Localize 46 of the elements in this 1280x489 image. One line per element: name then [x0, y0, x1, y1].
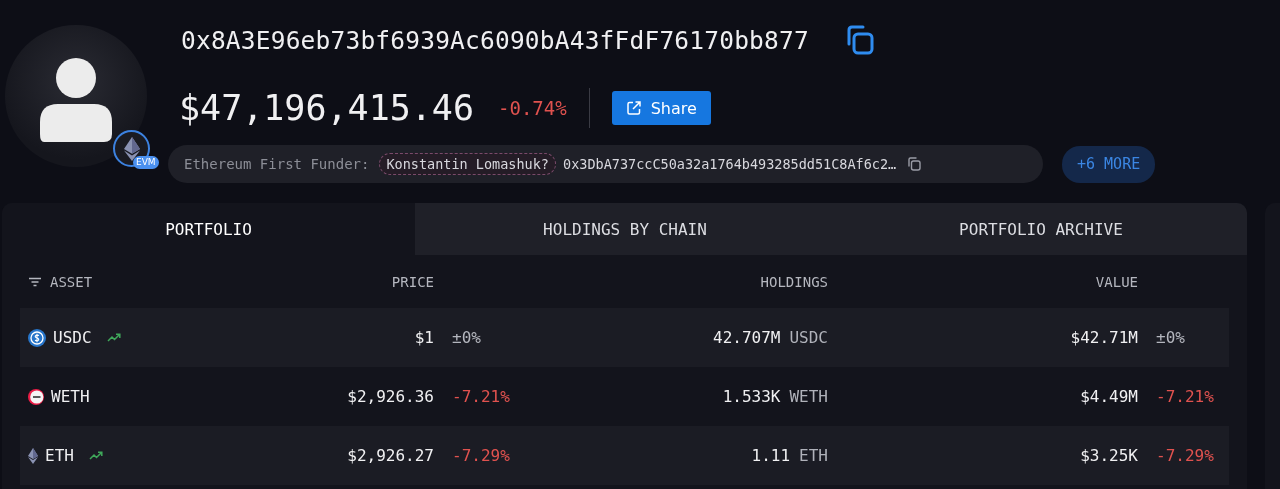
copy-icon[interactable]	[906, 156, 923, 172]
value-cell: $3.25K	[1080, 446, 1138, 465]
holdings-unit: USDC	[789, 328, 828, 347]
value-change: ±0%	[1156, 328, 1185, 347]
wallet-address: 0x8A3E96eb73bf6939Ac6090bA43fFdF76170bb877	[181, 25, 809, 55]
share-button[interactable]: Share	[611, 91, 711, 125]
holdings-unit: ETH	[799, 446, 828, 465]
value-change: -7.21%	[1156, 387, 1214, 406]
value-cell: $42.71M	[1070, 328, 1138, 347]
funder-label: Ethereum First Funder:	[184, 156, 370, 172]
tab[interactable]: PORTFOLIO ARCHIVE	[835, 203, 1247, 255]
ethereum-icon	[28, 447, 38, 464]
holdings-unit: WETH	[789, 387, 828, 406]
price-cell: $2,926.27	[347, 446, 434, 465]
column-header[interactable]: ASSET	[50, 273, 93, 290]
holdings-amount: 1.11	[751, 446, 791, 465]
total-balance: $47,196,415.46	[179, 88, 474, 128]
asset-name: WETH	[51, 387, 90, 406]
price-change: -7.29%	[452, 446, 510, 465]
coin-icon	[28, 388, 44, 405]
value-change: -7.29%	[1156, 446, 1214, 465]
value-cell: $4.49M	[1080, 387, 1138, 406]
holdings-amount: 42.707M	[713, 328, 781, 347]
coin-icon	[28, 328, 46, 347]
table-row[interactable]: USDC $1 ±0% 42.707M USDC $42.71M ±0%	[20, 308, 1229, 367]
asset-name: ETH	[45, 446, 74, 465]
column-header[interactable]: PRICE	[391, 273, 434, 290]
price-cell: $1	[414, 328, 434, 347]
asset-name: USDC	[53, 328, 92, 347]
funder-address[interactable]: 0x3DbA737ccC50a32a1764b493285dd51C8Af6c2…	[563, 156, 897, 172]
chain-tag: EVM	[133, 156, 159, 169]
filter-icon[interactable]	[28, 276, 42, 287]
price-change: -7.21%	[452, 387, 510, 406]
price-change: ±0%	[452, 328, 481, 347]
funder-name-tag[interactable]: Konstantin Lomashuk?	[379, 153, 556, 175]
table-row[interactable]: WETH $2,926.36 -7.21% 1.533K WETH $4.49M -7.21%	[20, 367, 1229, 426]
column-header[interactable]: HOLDINGS	[760, 273, 828, 290]
external-link-icon	[625, 100, 642, 116]
tab[interactable]: HOLDINGS BY CHAIN	[415, 203, 835, 255]
column-header[interactable]: VALUE	[1095, 273, 1138, 290]
balance-change: -0.74%	[498, 97, 567, 119]
more-button[interactable]: +6 MORE	[1062, 145, 1156, 183]
table-row[interactable]: ETH $2,926.27 -7.29% 1.11 ETH $3.25K -7.29%	[20, 426, 1229, 485]
person-icon	[40, 58, 112, 142]
price-cell: $2,926.36	[347, 387, 434, 406]
holdings-amount: 1.533K	[722, 387, 781, 406]
